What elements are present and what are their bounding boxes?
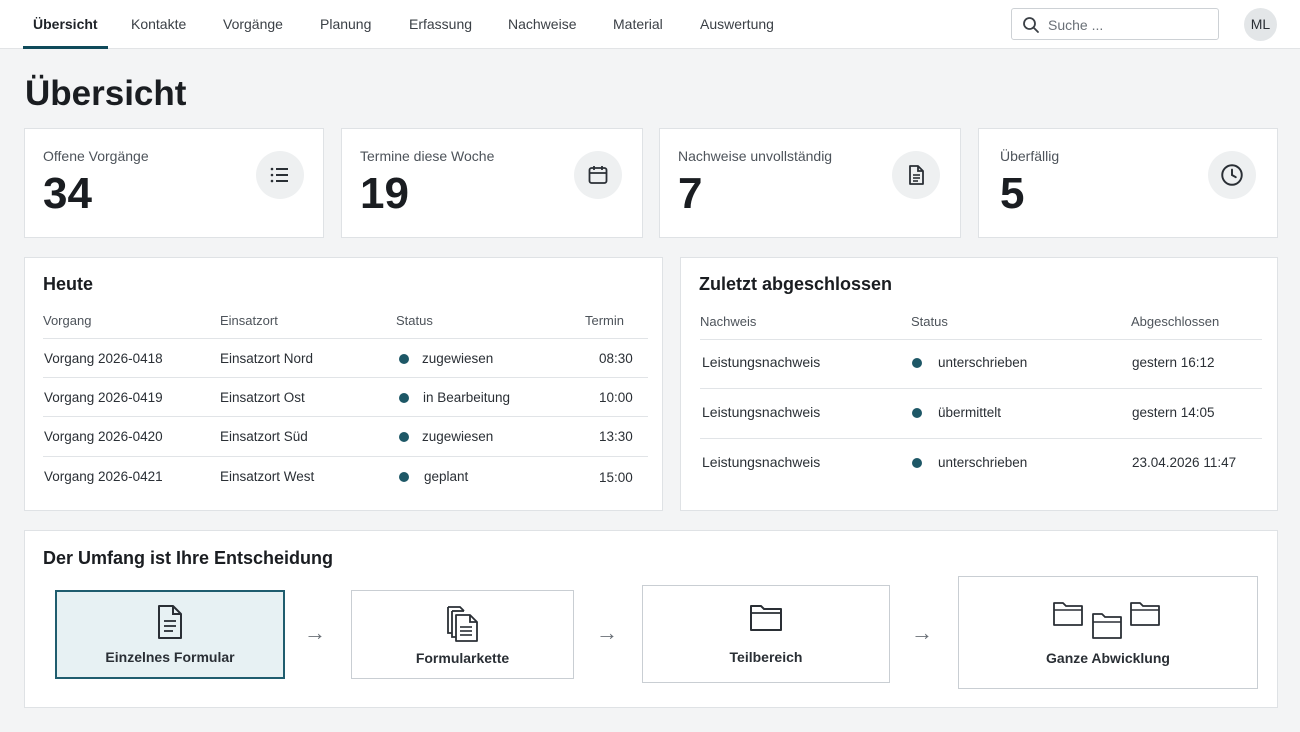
table-row[interactable]: Leistungsnachweis unterschrieben gestern… [700,340,1262,388]
scope-option-label: Formularkette [415,650,510,666]
stat-value: 7 [678,169,703,218]
user-avatar[interactable]: ML [1244,8,1277,41]
top-navigation: Übersicht Kontakte Vorgänge Planung Erfa… [0,0,1300,49]
document-icon [57,604,283,645]
status-dot [399,472,409,482]
column-header-status: Status [911,314,948,329]
page-title: Übersicht [25,74,187,113]
search-icon [1023,17,1039,33]
table-row[interactable]: Leistungsnachweis unterschrieben 23.04.2… [700,439,1262,487]
cell-vorgang: Vorgang 2026-0420 [44,429,163,444]
search-input[interactable] [1048,14,1208,36]
cell-status: unterschrieben [938,355,1028,370]
scope-title: Der Umfang ist Ihre Entscheidung [43,548,334,568]
table-row[interactable]: Vorgang 2026-0420 Einsatzort Süd zugewie… [43,417,648,455]
status-dot [912,358,922,368]
column-header-einsatzort: Einsatzort [220,313,278,328]
cell-vorgang: Vorgang 2026-0419 [44,390,163,405]
nav-tab-nachweise[interactable]: Nachweise [498,0,586,49]
nav-tab-planung[interactable]: Planung [310,0,381,49]
stat-label: Offene Vorgänge [43,148,149,164]
cell-termin: 10:00 [599,390,633,405]
cell-status: übermittelt [938,405,1002,420]
arrow-right-icon: → [596,620,618,645]
search-box[interactable] [1011,8,1219,40]
table-row[interactable]: Vorgang 2026-0418 Einsatzort Nord zugewi… [43,339,648,377]
arrow-right-icon: → [911,620,933,645]
cell-vorgang: Vorgang 2026-0421 [44,469,163,484]
nav-tab-uebersicht[interactable]: Übersicht [23,0,108,49]
stat-label: Überfällig [1000,148,1060,164]
cell-abgeschlossen: gestern 14:05 [1132,405,1215,420]
clock-icon [1208,151,1256,199]
cell-nachweis: Leistungsnachweis [702,404,821,420]
column-header-abgeschlossen: Abgeschlossen [1131,314,1220,329]
cell-abgeschlossen: 23.04.2026 11:47 [1132,455,1237,470]
cell-status: zugewiesen [422,429,494,444]
cell-status: zugewiesen [422,351,494,366]
recently-completed-panel: Zuletzt abgeschlossen Nachweis Status Ab… [680,257,1278,511]
stat-card-incomplete-proofs[interactable]: Nachweise unvollständig 7 [659,128,961,238]
cell-einsatzort: Einsatzort Süd [220,429,308,444]
cell-nachweis: Leistungsnachweis [702,354,821,370]
calendar-icon [574,151,622,199]
status-dot [399,354,409,364]
list-icon [256,151,304,199]
nav-tab-erfassung[interactable]: Erfassung [399,0,482,49]
scope-panel: Der Umfang ist Ihre Entscheidung Einzeln… [24,530,1278,708]
nav-tab-material[interactable]: Material [603,0,673,49]
cell-status: in Bearbeitung [423,390,511,405]
cell-einsatzort: Einsatzort West [220,469,315,484]
nav-tab-auswertung[interactable]: Auswertung [690,0,784,49]
cell-status: geplant [424,469,469,484]
cell-abgeschlossen: gestern 16:12 [1132,355,1215,370]
stat-value: 19 [360,169,409,218]
folder-group-icon [959,601,1257,648]
table-row[interactable]: Vorgang 2026-0421 Einsatzort West geplan… [43,457,648,495]
scope-option-single-form[interactable]: Einzelnes Formular [55,590,285,679]
stat-value: 5 [1000,169,1025,218]
cell-einsatzort: Einsatzort Ost [220,390,305,405]
nav-tab-kontakte[interactable]: Kontakte [121,0,196,49]
stat-label: Nachweise unvollständig [678,148,833,164]
scope-option-form-chain[interactable]: Formularkette [351,590,574,679]
cell-vorgang: Vorgang 2026-0418 [44,351,163,366]
column-header-termin: Termin [585,313,625,328]
nav-tab-vorgaenge[interactable]: Vorgänge [213,0,293,49]
today-panel: Heute Vorgang Einsatzort Status Termin V… [24,257,663,511]
column-header-status: Status [396,313,433,328]
folder-icon [643,602,889,637]
cell-termin: 08:30 [599,351,633,366]
status-dot [399,393,409,403]
document-icon [892,151,940,199]
cell-termin: 13:30 [599,429,633,444]
recent-title: Zuletzt abgeschlossen [699,274,893,294]
scope-option-label: Einzelnes Formular [105,649,235,665]
stat-label: Termine diese Woche [360,148,495,164]
status-dot [912,408,922,418]
status-dot [912,458,922,468]
cell-einsatzort: Einsatzort Nord [220,351,314,366]
scope-option-label: Teilbereich [729,649,803,665]
scope-option-full-process[interactable]: Ganze Abwicklung [958,576,1258,689]
document-stack-icon [352,603,573,648]
stat-card-appointments[interactable]: Termine diese Woche 19 [341,128,643,238]
table-row[interactable]: Leistungsnachweis übermittelt gestern 14… [700,389,1262,438]
today-title: Heute [43,274,94,294]
cell-nachweis: Leistungsnachweis [702,454,821,470]
scope-option-label: Ganze Abwicklung [1046,650,1170,666]
column-header-nachweis: Nachweis [700,314,757,329]
arrow-right-icon: → [304,620,326,645]
cell-status: unterschrieben [938,455,1028,470]
table-row[interactable]: Vorgang 2026-0419 Einsatzort Ost in Bear… [43,378,648,416]
stat-value: 34 [43,169,92,218]
scope-option-sub-area[interactable]: Teilbereich [642,585,890,683]
stat-card-open-cases[interactable]: Offene Vorgänge 34 [24,128,324,238]
status-dot [399,432,409,442]
cell-termin: 15:00 [599,470,633,485]
stat-card-overdue[interactable]: Überfällig 5 [978,128,1278,238]
column-header-vorgang: Vorgang [43,313,92,328]
